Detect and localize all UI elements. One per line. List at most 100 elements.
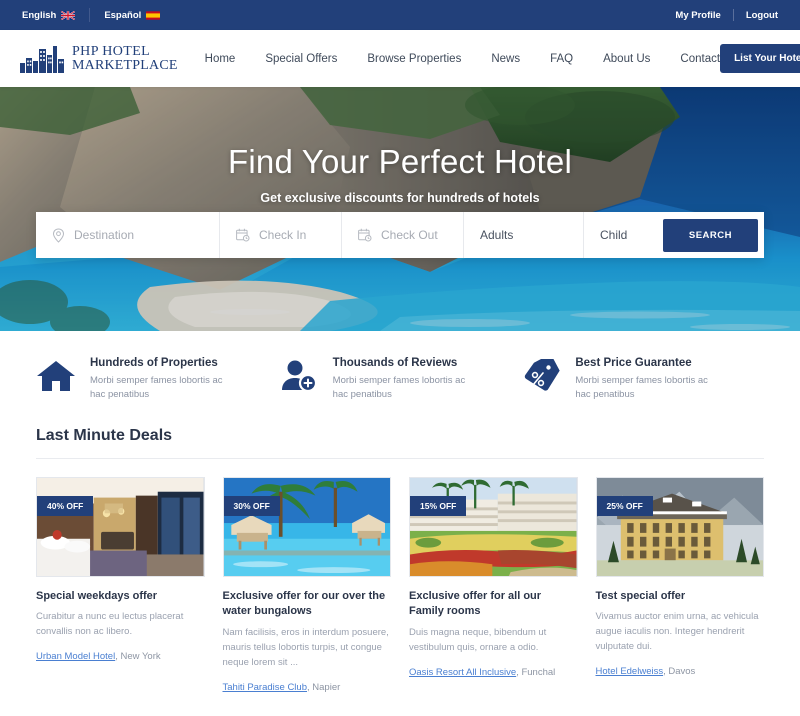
discount-badge: 30% OFF (223, 495, 280, 516)
nav-item-faq[interactable]: FAQ (550, 53, 573, 65)
deal-meta: Urban Model Hotel, New York (36, 651, 205, 662)
uk-flag-icon (61, 10, 76, 20)
hero-title: Find Your Perfect Hotel (228, 143, 572, 180)
deal-title: Exclusive offer for all our Family rooms (409, 589, 542, 618)
nav-item-browse-properties[interactable]: Browse Properties (367, 53, 461, 65)
deal-image-water-bungalows (223, 477, 390, 576)
main-navigation-bar: PHP HOTEL MARKETPLACE Home Special Offer… (0, 30, 800, 87)
top-utility-bar: English Español My Profile Logout (0, 0, 800, 30)
deal-meta: Tahiti Paradise Club, Napier (223, 682, 392, 693)
deal-city: , New York (115, 650, 161, 662)
spain-flag-icon (146, 10, 161, 20)
deal-description: Nam facilisis, eros in interdum posuere,… (222, 627, 389, 668)
account-links: My Profile Logout (675, 9, 778, 21)
adults-field[interactable]: Adults (464, 212, 584, 258)
nav-item-home[interactable]: Home (205, 53, 236, 65)
deal-image-hotel-room (37, 477, 204, 576)
feature-text: Hundreds of Properties Morbi semper fame… (90, 357, 240, 403)
child-value: Child (600, 228, 628, 242)
adults-value: Adults (480, 228, 514, 242)
language-divider (89, 8, 91, 22)
child-field[interactable]: Child (584, 212, 663, 258)
language-label: Español (104, 9, 142, 21)
account-divider (732, 9, 734, 21)
deal-meta: Oasis Resort All Inclusive, Funchal (409, 667, 578, 678)
my-profile-link[interactable]: My Profile (675, 10, 720, 21)
map-pin-icon (52, 227, 65, 243)
feature-title: Thousands of Reviews (332, 357, 458, 369)
user-review-icon (279, 357, 319, 398)
checkout-field[interactable]: Check Out (342, 212, 464, 258)
discount-badge: 25% OFF (596, 495, 653, 516)
deal-meta: Hotel Edelweiss, Davos (596, 666, 765, 677)
deal-image-alpine-hotel (596, 477, 763, 576)
house-icon (36, 357, 76, 398)
features-section: Hundreds of Properties Morbi semper fame… (0, 331, 800, 427)
deal-description: Curabitur a nunc eu lectus placerat conv… (36, 611, 184, 638)
deal-card[interactable]: 30% OFF Exclusive offer for our over the… (222, 476, 392, 693)
nav-links: Home Special Offers Browse Properties Ne… (205, 53, 720, 65)
hero-subtitle: Get exclusive discounts for hundreds of … (260, 191, 540, 205)
deal-city: , Davos (663, 665, 696, 677)
checkin-placeholder: Check In (259, 228, 307, 242)
logout-link[interactable]: Logout (746, 10, 778, 21)
deal-card[interactable]: 25% OFF Test special offer Vivamus aucto… (595, 476, 765, 693)
calendar-icon (358, 228, 372, 242)
hero-banner: Find Your Perfect Hotel Get exclusive di… (0, 87, 800, 331)
checkin-field[interactable]: Check In (220, 212, 342, 258)
search-button-wrapper: SEARCH (662, 212, 764, 258)
feature-properties: Hundreds of Properties Morbi semper fame… (36, 357, 279, 403)
deal-hotel-link[interactable]: Urban Model Hotel (36, 651, 115, 662)
feature-description: Morbi semper fames lobortis ac hac penat… (332, 375, 466, 401)
logo-wordmark: PHP HOTEL MARKETPLACE (72, 43, 178, 73)
feature-description: Morbi semper fames lobortis ac hac penat… (90, 375, 223, 401)
deal-description: Vivamus auctor enim urna, ac vehicula au… (595, 611, 759, 652)
hero-content: Find Your Perfect Hotel Get exclusive di… (0, 87, 800, 331)
deal-card[interactable]: 40% OFF Special weekdays offer Curabitur… (36, 476, 205, 693)
language-option-spanish[interactable]: Español (104, 9, 161, 21)
site-logo[interactable]: PHP HOTEL MARKETPLACE (20, 43, 178, 73)
deal-image-resort-garden (410, 477, 577, 576)
search-button[interactable]: SEARCH (662, 218, 758, 252)
feature-description: Morbi semper fames lobortis ac hac penat… (575, 375, 708, 401)
destination-field[interactable]: Destination (36, 212, 220, 258)
deal-hotel-link[interactable]: Oasis Resort All Inclusive (409, 667, 516, 678)
deals-row: 40% OFF Special weekdays offer Curabitur… (36, 459, 764, 693)
language-switcher: English Español (22, 8, 161, 22)
feature-price-guarantee: Best Price Guarantee Morbi semper fames … (521, 354, 764, 403)
feature-title: Hundreds of Properties (90, 357, 218, 369)
deal-card[interactable]: 15% OFF Exclusive offer for all our Fami… (409, 476, 578, 693)
price-tag-icon (521, 354, 561, 398)
hotel-search-bar: Destination Check In Check Out Adults Ch… (36, 212, 764, 258)
deal-hotel-link[interactable]: Tahiti Paradise Club (223, 682, 308, 693)
nav-item-contact[interactable]: Contact (680, 53, 720, 65)
logo-line-1: PHP HOTEL (72, 43, 151, 59)
nav-item-about-us[interactable]: About Us (603, 53, 650, 65)
destination-placeholder: Destination (74, 228, 135, 242)
section-title-deals: Last Minute Deals (36, 427, 764, 459)
discount-badge: 15% OFF (410, 495, 467, 516)
deal-city: , Funchal (516, 666, 556, 678)
calendar-icon (236, 228, 250, 242)
language-label: English (22, 9, 57, 21)
select-destination-section: Select Your Destination (0, 692, 800, 716)
discount-badge: 40% OFF (37, 495, 94, 516)
last-minute-deals-section: Last Minute Deals 40% OFF Special weekda… (0, 426, 800, 693)
deal-title: Test special offer (595, 589, 686, 602)
nav-item-news[interactable]: News (491, 53, 520, 65)
deal-image-wrapper: 40% OFF (36, 476, 205, 577)
deal-title: Exclusive offer for our over the water b… (222, 589, 386, 618)
feature-text: Best Price Guarantee Morbi semper fames … (575, 357, 725, 403)
city-skyline-icon (20, 45, 64, 73)
deal-image-wrapper: 30% OFF (222, 476, 391, 577)
deal-image-wrapper: 25% OFF (595, 476, 764, 577)
list-your-hotel-button[interactable]: List Your Hotel (720, 44, 800, 73)
deal-hotel-link[interactable]: Hotel Edelweiss (596, 666, 664, 677)
nav-item-special-offers[interactable]: Special Offers (265, 53, 337, 65)
language-option-english[interactable]: English (22, 9, 76, 21)
feature-title: Best Price Guarantee (575, 357, 692, 369)
logo-line-2: MARKETPLACE (72, 57, 178, 73)
deal-city: , Napier (307, 681, 341, 693)
checkout-placeholder: Check Out (381, 228, 438, 242)
feature-text: Thousands of Reviews Morbi semper fames … (333, 357, 483, 403)
